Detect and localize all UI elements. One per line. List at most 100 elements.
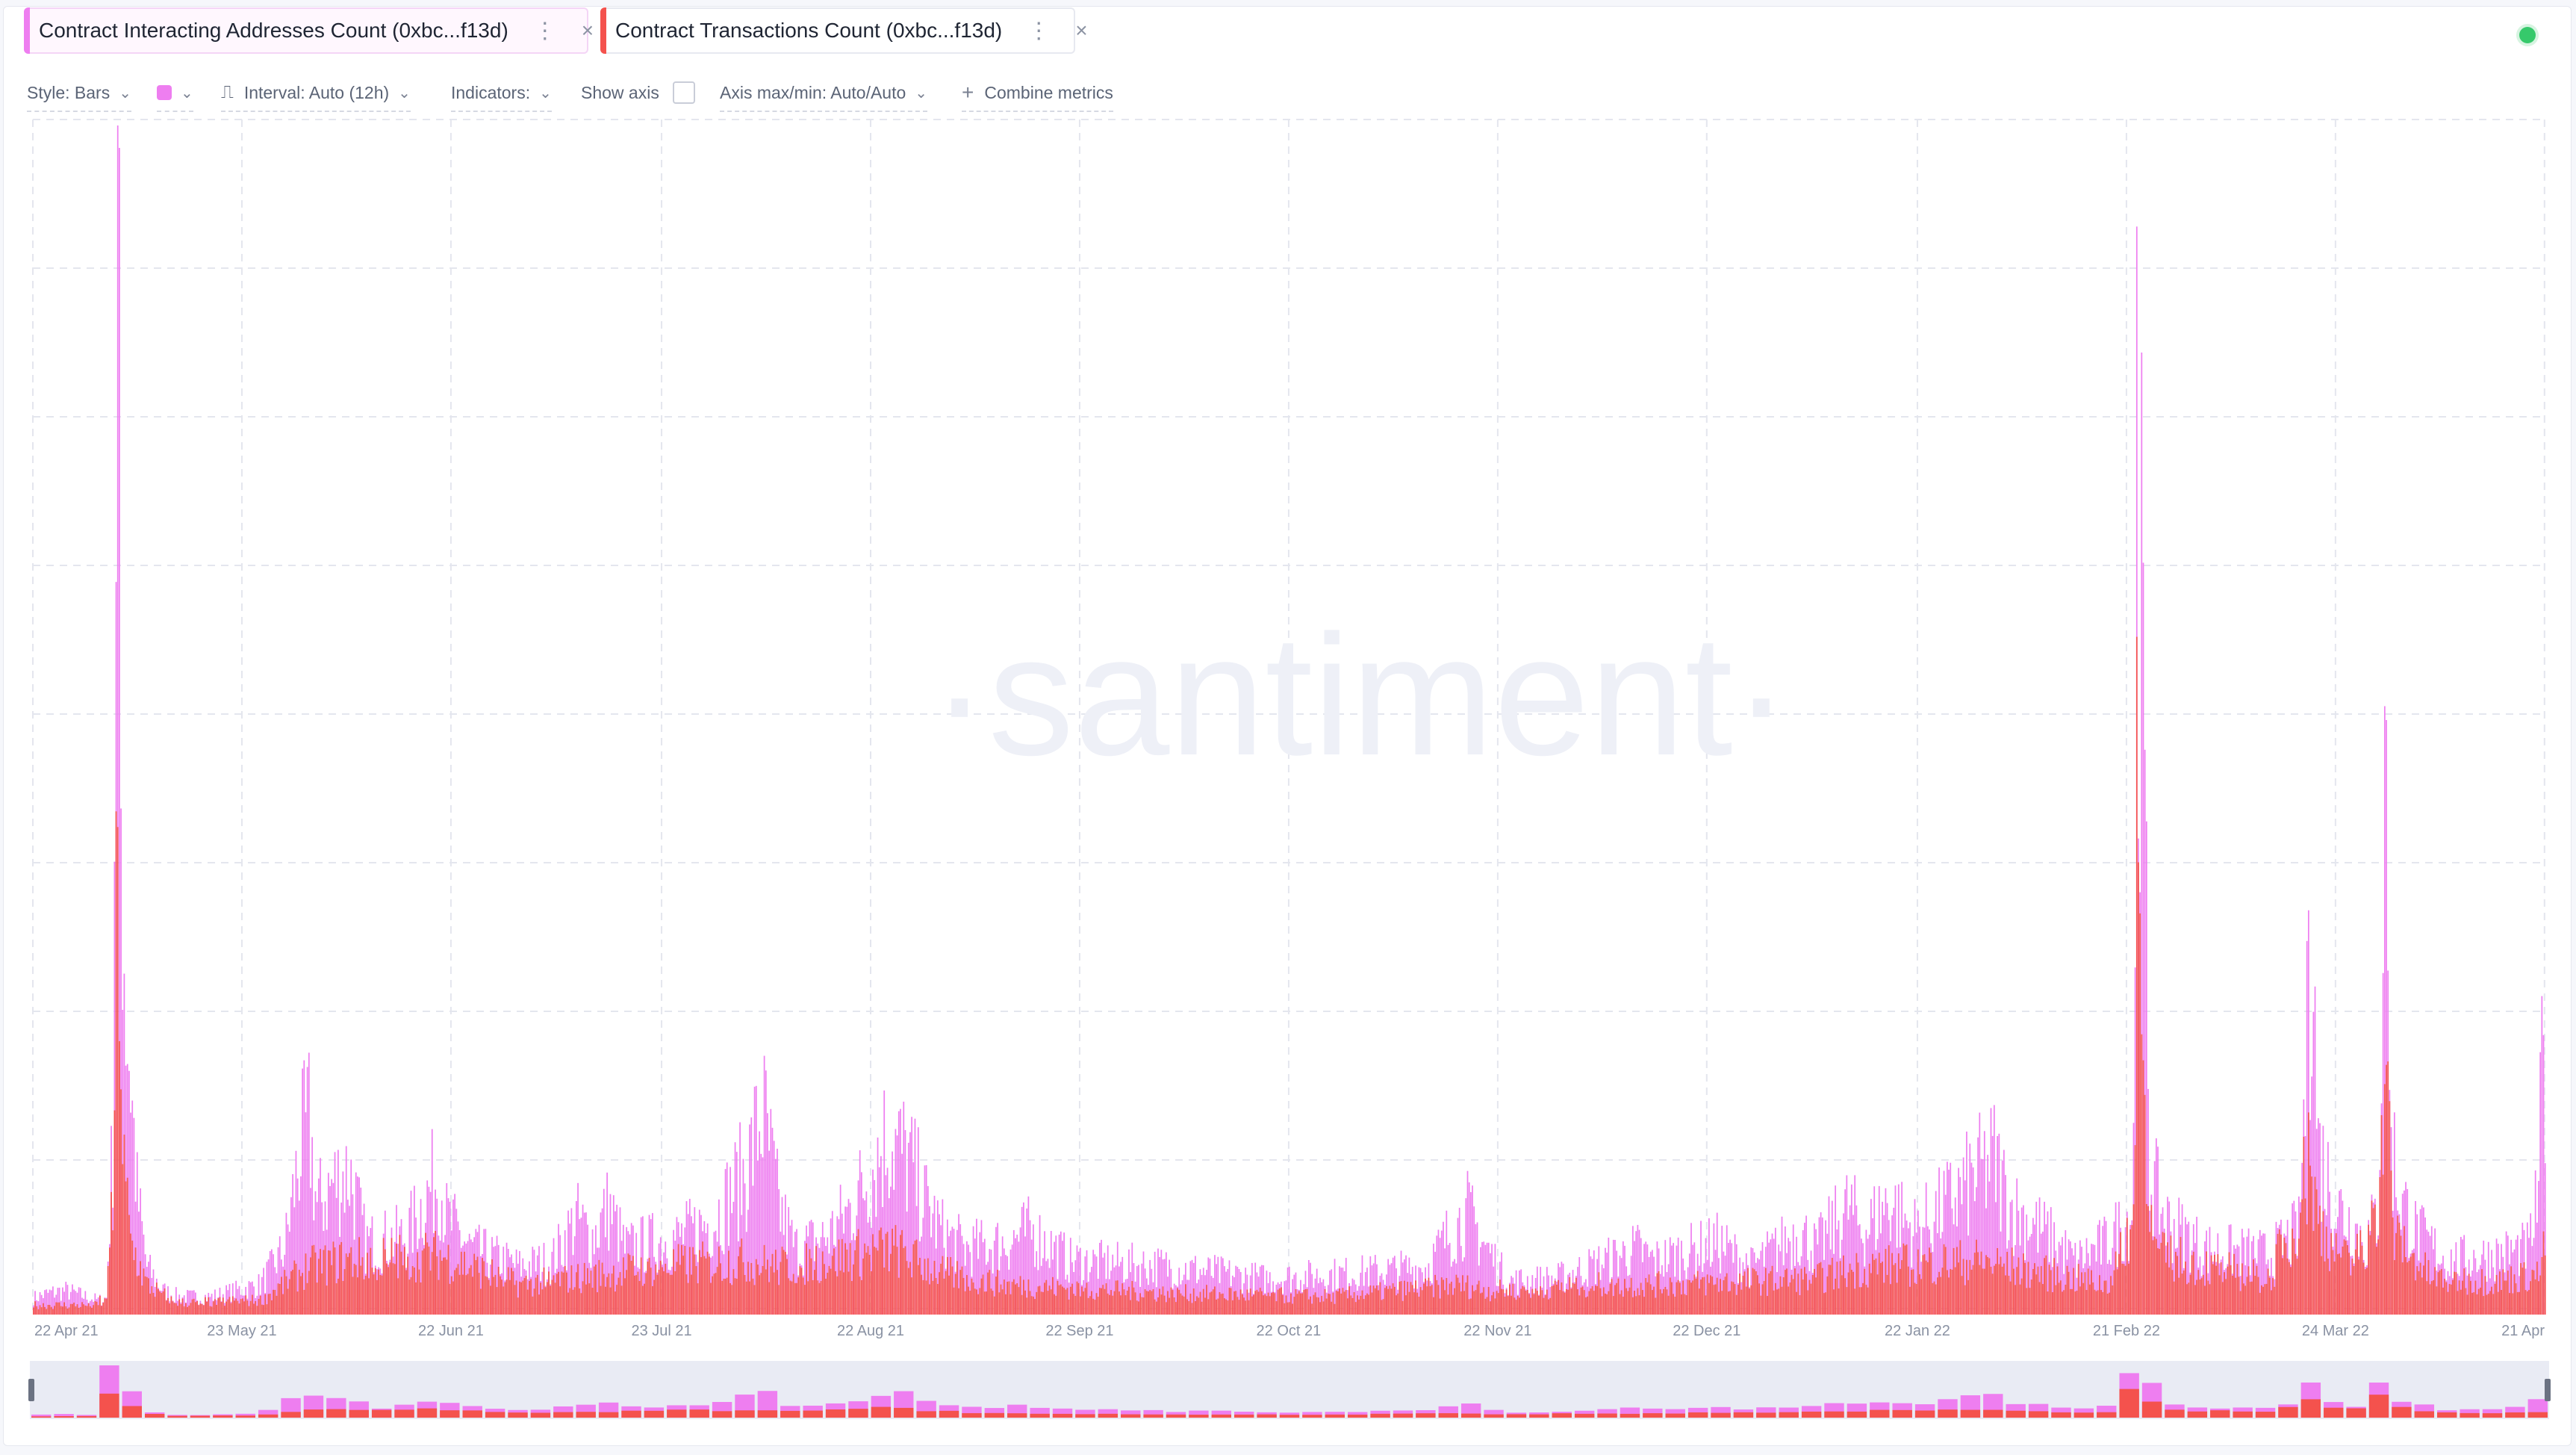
bar-transactions: [86, 1306, 88, 1315]
bar-transactions: [1019, 1276, 1021, 1315]
bar-transactions: [169, 1303, 171, 1315]
bar-transactions: [1340, 1293, 1343, 1315]
bar-transactions: [712, 1276, 714, 1315]
bar-transactions: [2074, 1291, 2076, 1315]
bar-transactions: [2324, 1261, 2326, 1315]
bar-transactions: [1705, 1295, 1707, 1315]
bar-transactions: [796, 1282, 797, 1315]
bar-transactions: [820, 1280, 822, 1315]
bar-transactions: [1708, 1282, 1710, 1315]
bar-transactions: [1807, 1290, 1809, 1315]
bar-transactions: [2058, 1282, 2060, 1315]
bar-transactions: [950, 1257, 952, 1315]
bar-transactions: [1919, 1274, 1920, 1315]
bar-transactions: [2227, 1266, 2229, 1315]
bar-transactions: [49, 1305, 51, 1315]
bar-transactions: [1799, 1294, 1801, 1315]
bar-transactions: [2418, 1271, 2420, 1315]
bar-transactions: [1570, 1288, 1572, 1315]
bar-transactions: [198, 1305, 200, 1315]
bar-chart[interactable]: ·santiment· 22 Apr 21 23 May 21 22 Jun 21 2…: [0, 0, 2576, 1455]
navigator-bar-transactions: [2300, 1399, 2321, 1418]
bar-transactions: [120, 1089, 122, 1315]
bar-transactions: [2282, 1258, 2283, 1315]
bar-transactions: [1947, 1270, 1948, 1315]
bar-transactions: [2008, 1276, 2010, 1315]
bar-transactions: [2509, 1293, 2510, 1315]
bar-transactions: [2147, 1206, 2149, 1315]
bar-transactions: [768, 1282, 771, 1315]
bar-transactions: [240, 1299, 242, 1315]
bar-transactions: [261, 1304, 263, 1315]
bar-transactions: [1789, 1282, 1791, 1315]
bar-transactions: [2283, 1237, 2286, 1315]
bar-transactions: [591, 1288, 594, 1315]
bar-transactions: [2290, 1267, 2292, 1315]
bar-transactions: [2366, 1268, 2368, 1315]
bar-transactions: [87, 1303, 90, 1315]
bar-transactions: [1890, 1284, 1891, 1315]
bar-transactions: [2055, 1285, 2057, 1315]
bar-transactions: [370, 1247, 372, 1315]
bar-transactions: [1339, 1288, 1340, 1315]
bar-transactions: [343, 1269, 346, 1315]
navigator-left-handle[interactable]: [28, 1379, 34, 1401]
bar-transactions: [770, 1266, 772, 1315]
bar-transactions: [1400, 1281, 1402, 1315]
bar-transactions: [558, 1271, 559, 1315]
bar-transactions: [2510, 1266, 2512, 1315]
navigator-right-handle[interactable]: [2545, 1379, 2551, 1401]
bar-transactions: [2285, 1243, 2287, 1315]
bar-transactions: [1674, 1297, 1676, 1315]
bar-transactions: [285, 1276, 287, 1315]
bar-transactions: [1714, 1284, 1717, 1315]
bar-transactions: [126, 1177, 128, 1315]
bar-transactions: [1036, 1291, 1038, 1315]
bar-transactions: [274, 1289, 276, 1315]
bar-transactions: [1659, 1289, 1661, 1315]
bar-transactions: [403, 1247, 405, 1315]
bar-transactions: [436, 1256, 438, 1315]
bar-transactions: [2520, 1263, 2522, 1315]
bar-transactions: [2332, 1250, 2334, 1315]
x-axis-ticks: 22 Apr 21 23 May 21 22 Jun 21 23 Jul 21 22 A…: [34, 1323, 2545, 1339]
bar-transactions: [2173, 1281, 2175, 1315]
bar-transactions: [862, 1258, 864, 1315]
bar-transactions: [2321, 1256, 2323, 1315]
navigator-bar-transactions: [825, 1409, 846, 1418]
bar-transactions: [741, 1238, 743, 1315]
bar-transactions: [2264, 1284, 2266, 1315]
bar-transactions: [1490, 1301, 1491, 1315]
bar-transactions: [1384, 1288, 1386, 1315]
bar-transactions: [550, 1285, 552, 1315]
bar-transactions: [2348, 1253, 2350, 1315]
bar-transactions: [2358, 1259, 2359, 1315]
bar-transactions: [2415, 1280, 2416, 1315]
bar-transactions: [2434, 1267, 2436, 1315]
range-navigator[interactable]: [28, 1361, 2551, 1419]
bar-transactions: [393, 1264, 396, 1315]
bar-interacting-addresses: [753, 1086, 756, 1315]
bar-transactions: [1206, 1285, 1207, 1315]
bar-transactions: [1995, 1264, 1997, 1315]
bar-transactions: [1891, 1253, 1893, 1315]
bar-transactions: [662, 1267, 663, 1315]
bar-transactions: [222, 1297, 224, 1315]
bar-transactions: [914, 1241, 916, 1315]
navigator-bar-transactions: [440, 1410, 460, 1418]
bar-transactions: [497, 1267, 500, 1315]
bar-transactions: [326, 1285, 328, 1315]
bar-transactions: [1953, 1247, 1955, 1315]
navigator-bar-transactions: [99, 1393, 119, 1418]
bar-transactions: [514, 1285, 516, 1315]
navigator-bar-transactions: [1438, 1413, 1458, 1418]
bar-transactions: [491, 1259, 493, 1315]
bar-transactions: [1792, 1279, 1794, 1315]
bar-transactions: [1045, 1279, 1048, 1315]
bar-transactions: [2376, 1247, 2377, 1315]
bar-transactions: [47, 1304, 49, 1315]
navigator-bar-transactions: [1620, 1413, 1640, 1418]
bar-transactions: [932, 1280, 934, 1315]
bar-transactions: [2309, 1165, 2311, 1315]
bar-transactions: [296, 1291, 299, 1315]
